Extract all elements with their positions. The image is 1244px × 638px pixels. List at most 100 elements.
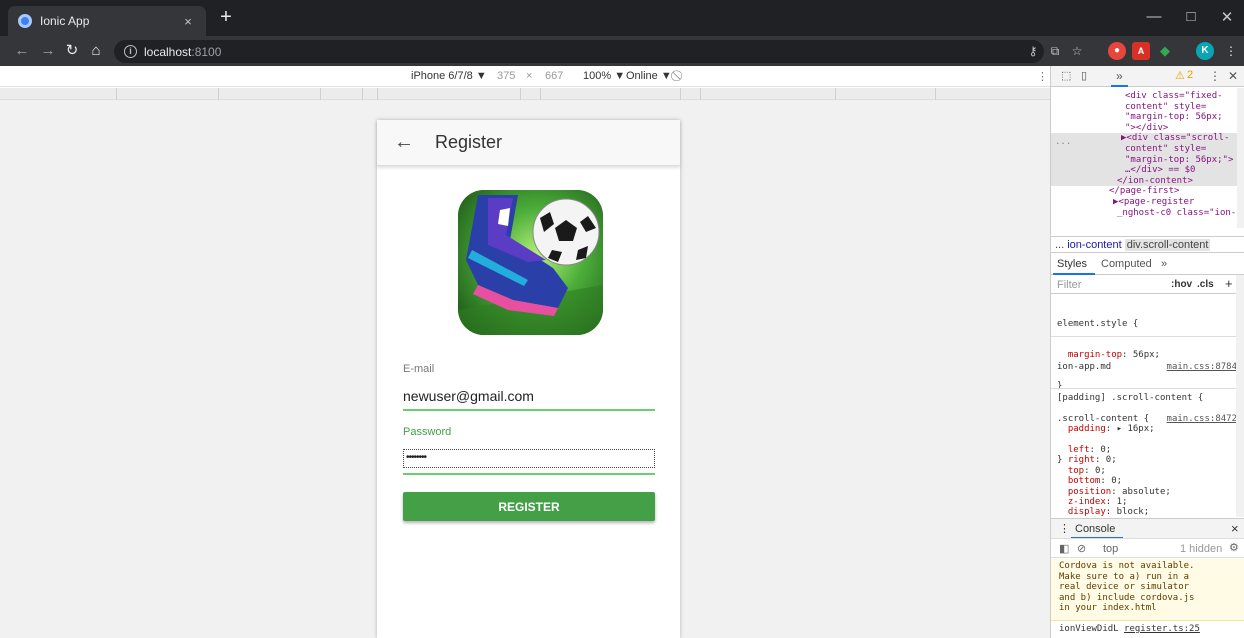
dom-node-line[interactable]: "margin-top: 56px;"> <box>1125 155 1233 166</box>
device-width[interactable]: 375 <box>497 70 515 82</box>
device-toolbar-more-icon[interactable]: ⋮ <box>1037 70 1048 83</box>
rule-selector: ion-app.md <box>1057 361 1112 372</box>
browser-tab[interactable]: Ionic App × <box>8 6 206 36</box>
reload-icon[interactable]: ↻ <box>62 41 82 61</box>
tab-console[interactable]: Console <box>1075 523 1115 535</box>
dom-node-line[interactable]: …</div> == $0 <box>1125 165 1195 176</box>
dom-node-line[interactable]: </ion-content> <box>1117 176 1193 187</box>
devtools-menu-icon[interactable]: ⋮ <box>1209 69 1221 83</box>
dom-node-line[interactable]: content" style= <box>1125 102 1206 113</box>
address-bar[interactable]: i localhost:8100 <box>114 40 1044 63</box>
dom-node-line[interactable]: "margin-top: 56px; <box>1125 112 1223 123</box>
extension-pdf-icon[interactable]: A <box>1132 42 1150 60</box>
css-prop[interactable]: z-index <box>1068 497 1106 507</box>
maximize-button[interactable]: □ <box>1176 8 1206 25</box>
register-button[interactable]: REGISTER <box>403 492 655 521</box>
console-warning-message: Cordova is not available. Make sure to a… <box>1051 559 1244 621</box>
profile-avatar[interactable]: K <box>1196 42 1214 60</box>
back-icon[interactable]: ← <box>12 41 32 61</box>
dom-node-line[interactable]: ▶<div class="scroll- <box>1121 133 1229 144</box>
devtools-close-icon[interactable]: ✕ <box>1228 69 1238 83</box>
network-select[interactable]: Online ▼ <box>626 70 672 82</box>
source-link[interactable]: main.css:8784 <box>1167 362 1237 372</box>
inspect-element-icon[interactable]: ⬚ <box>1061 69 1071 82</box>
tab-computed[interactable]: Computed <box>1101 258 1152 270</box>
console-toolbar: ◧ ⊘ top 1 hidden ⚙ <box>1051 538 1244 558</box>
address-port: :8100 <box>191 44 222 59</box>
breadcrumb-scroll-content[interactable]: div.scroll-content <box>1124 239 1211 251</box>
elements-scrollbar[interactable] <box>1237 88 1244 228</box>
warning-count[interactable]: 2 <box>1187 69 1193 81</box>
console-sidebar-icon[interactable]: ◧ <box>1059 542 1069 555</box>
dom-node-line[interactable]: </page-first> <box>1109 186 1179 197</box>
new-tab-button[interactable]: + <box>216 6 236 28</box>
site-info-icon[interactable]: i <box>124 45 137 58</box>
new-style-rule-icon[interactable]: + <box>1225 276 1233 291</box>
elements-tree[interactable]: ... <div class="fixed-content" style= "ma… <box>1051 88 1244 228</box>
password-field[interactable]: •••••••• <box>403 449 655 468</box>
dom-node-line[interactable]: _nghost-c0 class="ion- <box>1117 208 1236 219</box>
tab-close-icon[interactable]: × <box>180 14 196 29</box>
home-icon[interactable]: ⌂ <box>86 41 106 61</box>
dimension-times: × <box>526 70 533 82</box>
styles-filter-input[interactable]: Filter <box>1057 279 1081 291</box>
dom-node-line[interactable]: <div class="fixed- <box>1125 91 1223 102</box>
css-val[interactable]: : 1; <box>1106 497 1128 507</box>
extension-red-icon[interactable]: ● <box>1108 42 1126 60</box>
minimize-button[interactable]: — <box>1139 8 1169 25</box>
media-query-ruler[interactable] <box>0 88 1050 100</box>
password-key-icon[interactable]: ⚷ <box>1024 42 1042 60</box>
browser-toolbar: ← → ↻ ⌂ i localhost:8100 ⚷ ⧉ ☆ ● A ◆ K ⋮ <box>0 36 1244 66</box>
dom-node-line[interactable]: ▶<page-register <box>1113 197 1194 208</box>
warning-triangle-icon[interactable]: ⚠ <box>1175 69 1185 82</box>
breadcrumb-ion-content[interactable]: ion-content <box>1067 239 1121 251</box>
chrome-menu-icon[interactable]: ⋮ <box>1222 42 1240 60</box>
css-prop[interactable]: bottom <box>1068 476 1101 486</box>
bookmark-star-icon[interactable]: ☆ <box>1068 42 1086 60</box>
breadcrumb-more[interactable]: ... <box>1055 239 1064 251</box>
console-close-icon[interactable]: × <box>1231 521 1239 536</box>
log-source-link[interactable]: register.ts:25 <box>1124 624 1200 634</box>
console-context-select[interactable]: top <box>1103 543 1118 555</box>
css-val[interactable]: : block; <box>1106 507 1149 517</box>
zoom-select[interactable]: 100% ▼ <box>583 70 625 82</box>
styles-more-tabs[interactable]: » <box>1161 258 1167 270</box>
css-prop[interactable]: left <box>1068 445 1090 455</box>
node-ellipsis[interactable]: ... <box>1055 137 1071 148</box>
translate-icon[interactable]: ⧉ <box>1046 42 1064 60</box>
css-prop[interactable]: right <box>1068 455 1095 465</box>
tab-styles[interactable]: Styles <box>1057 258 1087 270</box>
css-prop[interactable]: top <box>1068 466 1084 476</box>
hov-toggle[interactable]: :hov <box>1171 279 1192 290</box>
hidden-messages-count: 1 hidden <box>1180 543 1223 555</box>
dom-node-line[interactable]: content" style= <box>1125 144 1206 155</box>
css-val[interactable]: : 0; <box>1100 476 1122 486</box>
device-height[interactable]: 667 <box>545 70 563 82</box>
forward-icon[interactable]: → <box>38 41 58 61</box>
device-select[interactable]: iPhone 6/7/8 ▼ <box>411 70 487 82</box>
styles-scrollbar[interactable] <box>1236 275 1244 517</box>
close-window-button[interactable]: ✕ <box>1212 8 1242 26</box>
css-val[interactable]: : absolute; <box>1111 487 1171 497</box>
css-val[interactable]: : 0; <box>1084 466 1106 476</box>
cls-toggle[interactable]: .cls <box>1197 279 1214 290</box>
source-link[interactable]: main.css:8472 <box>1167 414 1237 424</box>
phone-screen: ← Register E-mail newuser@gmail.com Pass… <box>377 120 680 638</box>
drawer-menu-icon[interactable]: ⋮ <box>1059 522 1070 535</box>
email-label: E-mail <box>403 363 435 375</box>
dom-node-line[interactable]: "></div> <box>1125 123 1168 134</box>
device-toggle-icon[interactable]: ▯ <box>1081 69 1087 82</box>
devtools-more-tabs[interactable]: » <box>1111 69 1128 87</box>
css-val[interactable]: : 0; <box>1095 455 1117 465</box>
css-prop[interactable]: position <box>1068 487 1111 497</box>
css-prop[interactable]: display <box>1068 507 1106 517</box>
css-val[interactable]: : 0; <box>1090 445 1112 455</box>
clear-console-icon[interactable]: ⊘ <box>1077 542 1086 555</box>
email-field[interactable]: newuser@gmail.com <box>403 388 534 404</box>
back-arrow-icon[interactable]: ← <box>394 131 418 154</box>
styles-tabbar: Styles Computed » <box>1051 254 1244 275</box>
log-text: ionViewDidL <box>1059 624 1125 634</box>
console-settings-gear-icon[interactable]: ⚙ <box>1229 541 1239 554</box>
extension-drive-icon[interactable]: ◆ <box>1156 42 1174 60</box>
ionic-favicon-icon <box>18 14 32 28</box>
